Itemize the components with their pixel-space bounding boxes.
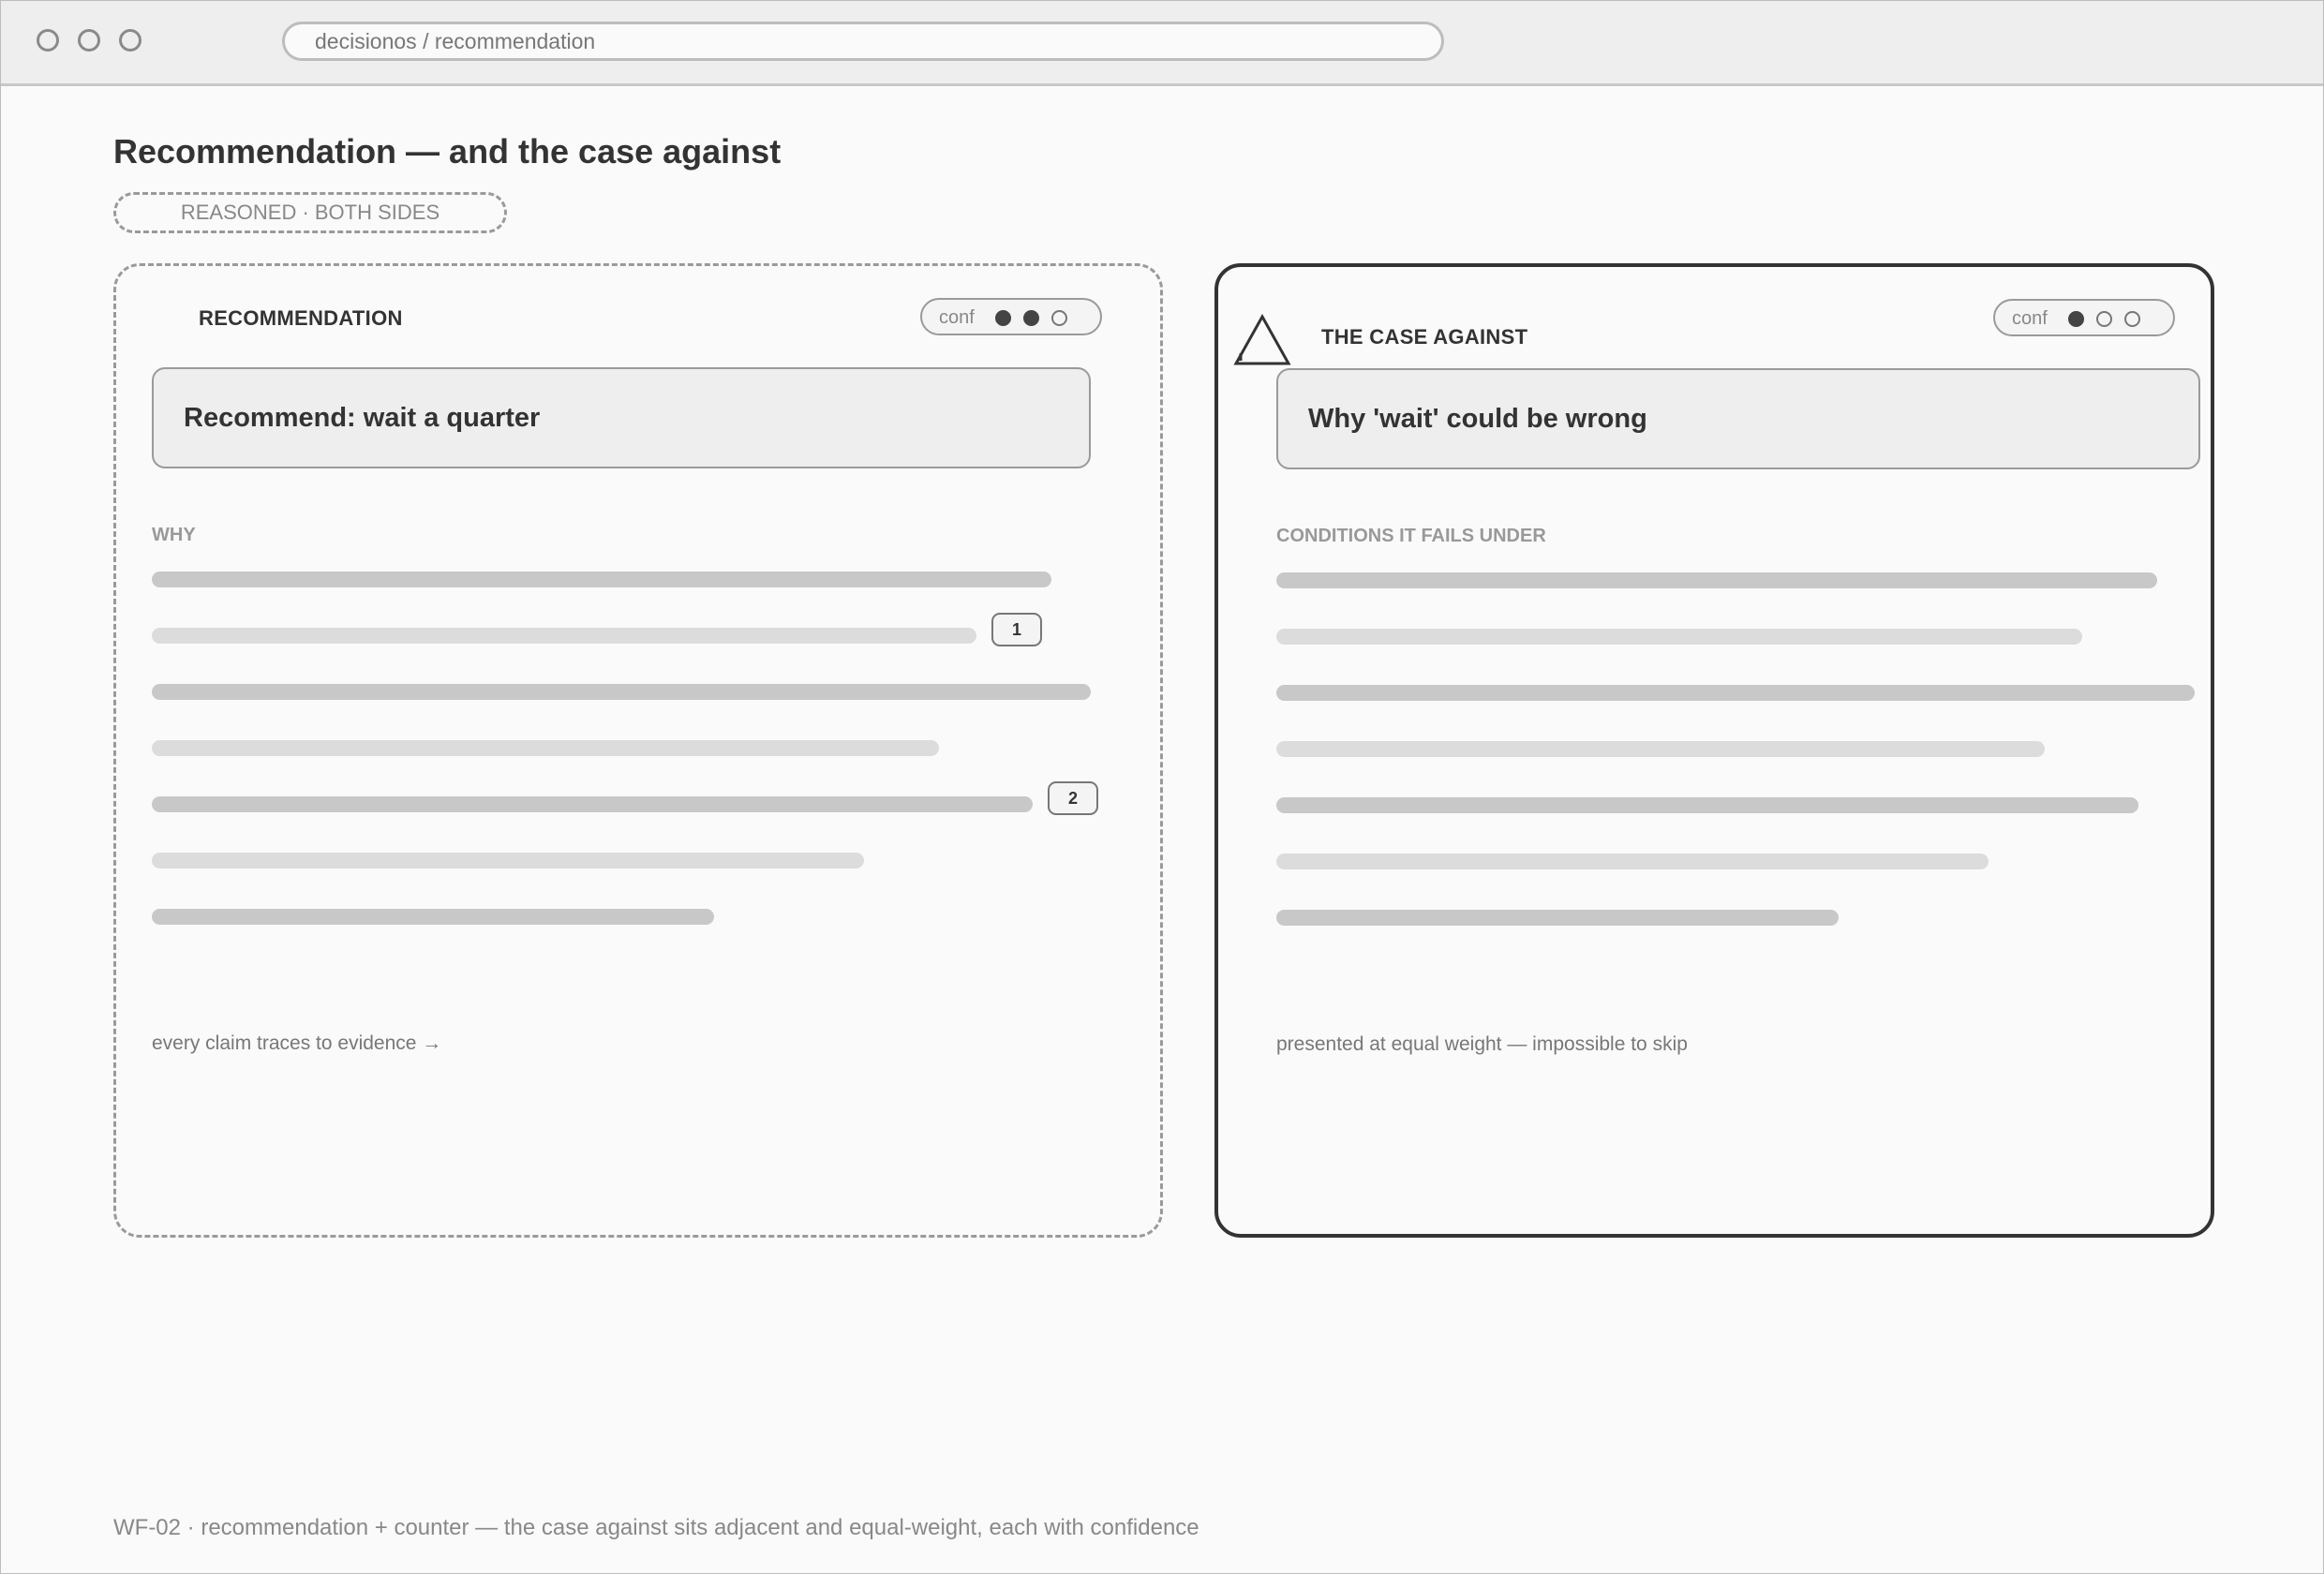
confidence-dot-filled (2068, 311, 2084, 327)
text-placeholder-line (152, 853, 864, 869)
browser-chrome: decisionos / recommendation (1, 1, 2323, 86)
text-placeholder-line (1276, 854, 1989, 869)
evidence-trace-link[interactable]: every claim traces to evidence → (152, 1032, 441, 1055)
window-close-button[interactable] (37, 29, 59, 52)
confidence-dot-filled (1023, 310, 1039, 326)
why-section-label: WHY (152, 525, 196, 545)
evidence-citation-badge[interactable]: 2 (1048, 781, 1098, 815)
mode-tag: REASONED · BOTH SIDES (113, 192, 507, 233)
text-placeholder-line (152, 796, 1033, 812)
confidence-dot-filled (995, 310, 1011, 326)
recommendation-headline: Recommend: wait a quarter (152, 367, 1091, 468)
text-placeholder-line (152, 628, 976, 644)
evidence-citation-badge[interactable]: 1 (991, 613, 1042, 646)
confidence-dot-empty (1051, 310, 1067, 326)
text-placeholder-line (152, 684, 1091, 700)
confidence-label: conf (939, 307, 975, 328)
text-placeholder-line (1276, 685, 2195, 701)
text-placeholder-line (1276, 572, 2157, 588)
equal-weight-note: presented at equal weight — impossible t… (1276, 1033, 1688, 1055)
wireframe-caption: WF-02 · recommendation + counter — the c… (113, 1515, 1199, 1540)
confidence-dot-empty (2096, 311, 2112, 327)
conditions-section-label: CONDITIONS IT FAILS UNDER (1276, 526, 1546, 546)
confidence-label: conf (2012, 308, 2048, 329)
case-against-card-label: THE CASE AGAINST (1321, 325, 1528, 349)
text-placeholder-line (1276, 629, 2082, 645)
case-against-card: THE CASE AGAINST conf Why 'wait' could b… (1214, 263, 2214, 1238)
window-maximize-button[interactable] (119, 29, 142, 52)
text-placeholder-line (1276, 741, 2045, 757)
address-bar[interactable]: decisionos / recommendation (282, 22, 1444, 61)
page-title: Recommendation — and the case against (113, 132, 782, 171)
text-placeholder-line (152, 572, 1051, 587)
confidence-dot-empty (2124, 311, 2140, 327)
warning-triangle-icon (1233, 314, 1291, 365)
recommendation-confidence-pill: conf (920, 298, 1102, 335)
window-minimize-button[interactable] (78, 29, 100, 52)
text-placeholder-line (1276, 910, 1839, 926)
counter-confidence-pill: conf (1993, 299, 2175, 336)
recommendation-card-label: RECOMMENDATION (199, 306, 403, 330)
text-placeholder-line (152, 909, 714, 925)
recommendation-card: RECOMMENDATION conf Recommend: wait a qu… (113, 263, 1163, 1238)
text-placeholder-line (1276, 797, 2138, 813)
browser-window: decisionos / recommendation Recommendati… (0, 0, 2324, 1574)
text-placeholder-line (152, 740, 939, 756)
counter-headline: Why 'wait' could be wrong (1276, 368, 2200, 469)
